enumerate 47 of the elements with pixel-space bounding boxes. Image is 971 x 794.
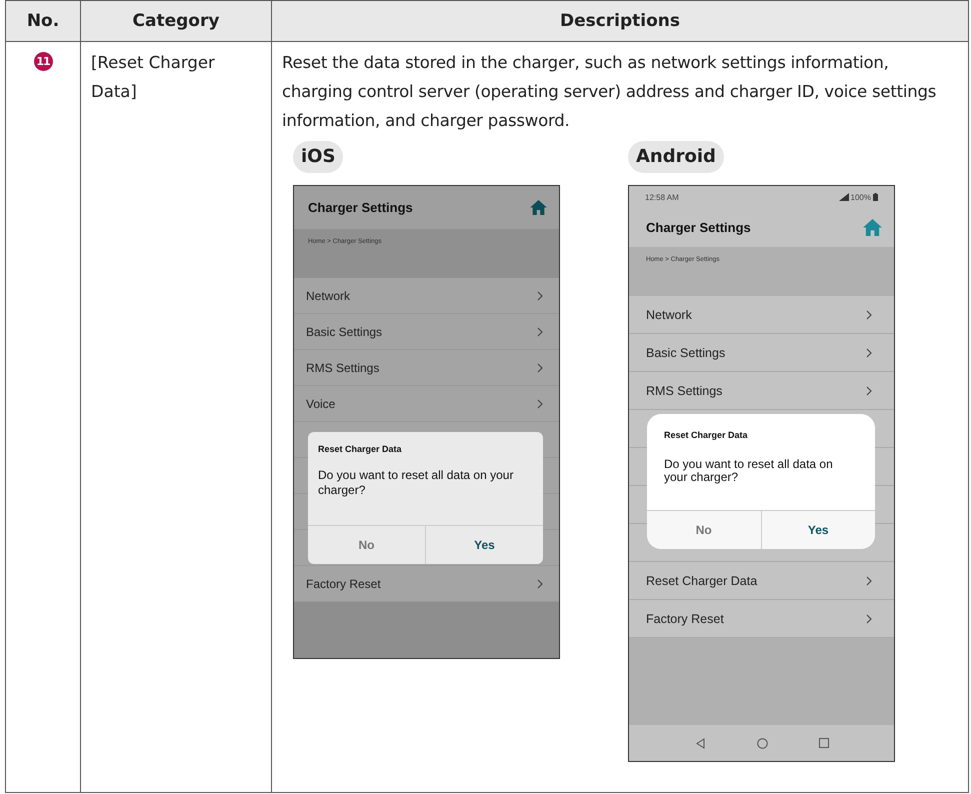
menu-item[interactable]: Network (294, 278, 559, 314)
chevron-icon (866, 576, 872, 586)
status-time: 12:58 AM (645, 192, 679, 202)
recents-icon[interactable] (818, 738, 828, 748)
dialog-button[interactable]: No (308, 526, 425, 564)
dialog-message: Do you want to reset all data on your charger? (663, 456, 834, 486)
menu-item[interactable]: Basic Settings (629, 334, 894, 372)
chevron-icon (866, 614, 872, 624)
column-header: No. (6, 0, 80, 42)
chevron-icon (537, 326, 543, 336)
menu-item[interactable]: RMS Settings (294, 350, 559, 386)
menu-item[interactable]: Network (629, 296, 894, 334)
screen-title: Charger Settings (308, 200, 413, 215)
dialog-title: Reset Charger Data (317, 443, 403, 454)
dialog-button[interactable]: No (647, 511, 760, 549)
menu-item[interactable]: Basic Settings (294, 314, 559, 350)
menu-item[interactable]: Factory Reset (294, 566, 559, 602)
home-icon[interactable] (863, 219, 882, 236)
platform-label: iOS (293, 141, 344, 173)
menu-item[interactable]: Voice (294, 386, 559, 422)
dialog-button[interactable]: Yes (425, 526, 543, 564)
chevron-icon (537, 290, 543, 300)
chevron-icon (866, 386, 872, 396)
home-circle-icon[interactable] (756, 738, 768, 748)
signal-icon (838, 193, 849, 201)
description-text: Reset the data stored in the charger, such as network settings information, charging control server (operating server) address and charger ID, voice settings information, and charger password. (282, 52, 938, 132)
number-badge: 11 (34, 52, 52, 71)
category-text: [Reset Charger Data] (91, 52, 216, 103)
column-header: Category (80, 0, 272, 42)
battery-icon (873, 193, 878, 201)
column-header: Descriptions (272, 0, 968, 42)
dialog-message: Do you want to reset all data on your charger? (317, 467, 514, 499)
dialog-button[interactable]: Yes (760, 511, 875, 549)
dialog-title: Reset Charger Data (663, 429, 749, 440)
menu-item[interactable]: Reset Charger Data (629, 562, 894, 600)
menu-item[interactable]: RMS Settings (629, 372, 894, 410)
chevron-icon (866, 348, 872, 358)
platform-label: Android (628, 141, 724, 173)
chevron-icon (537, 362, 543, 372)
back-icon[interactable] (694, 738, 706, 748)
battery-level: 100% (850, 192, 871, 202)
chevron-icon (537, 398, 543, 408)
chevron-icon (866, 310, 872, 320)
menu-item[interactable]: Factory Reset (629, 600, 894, 638)
home-icon[interactable] (530, 200, 547, 215)
screen-title: Charger Settings (646, 220, 751, 235)
chevron-icon (537, 578, 543, 588)
